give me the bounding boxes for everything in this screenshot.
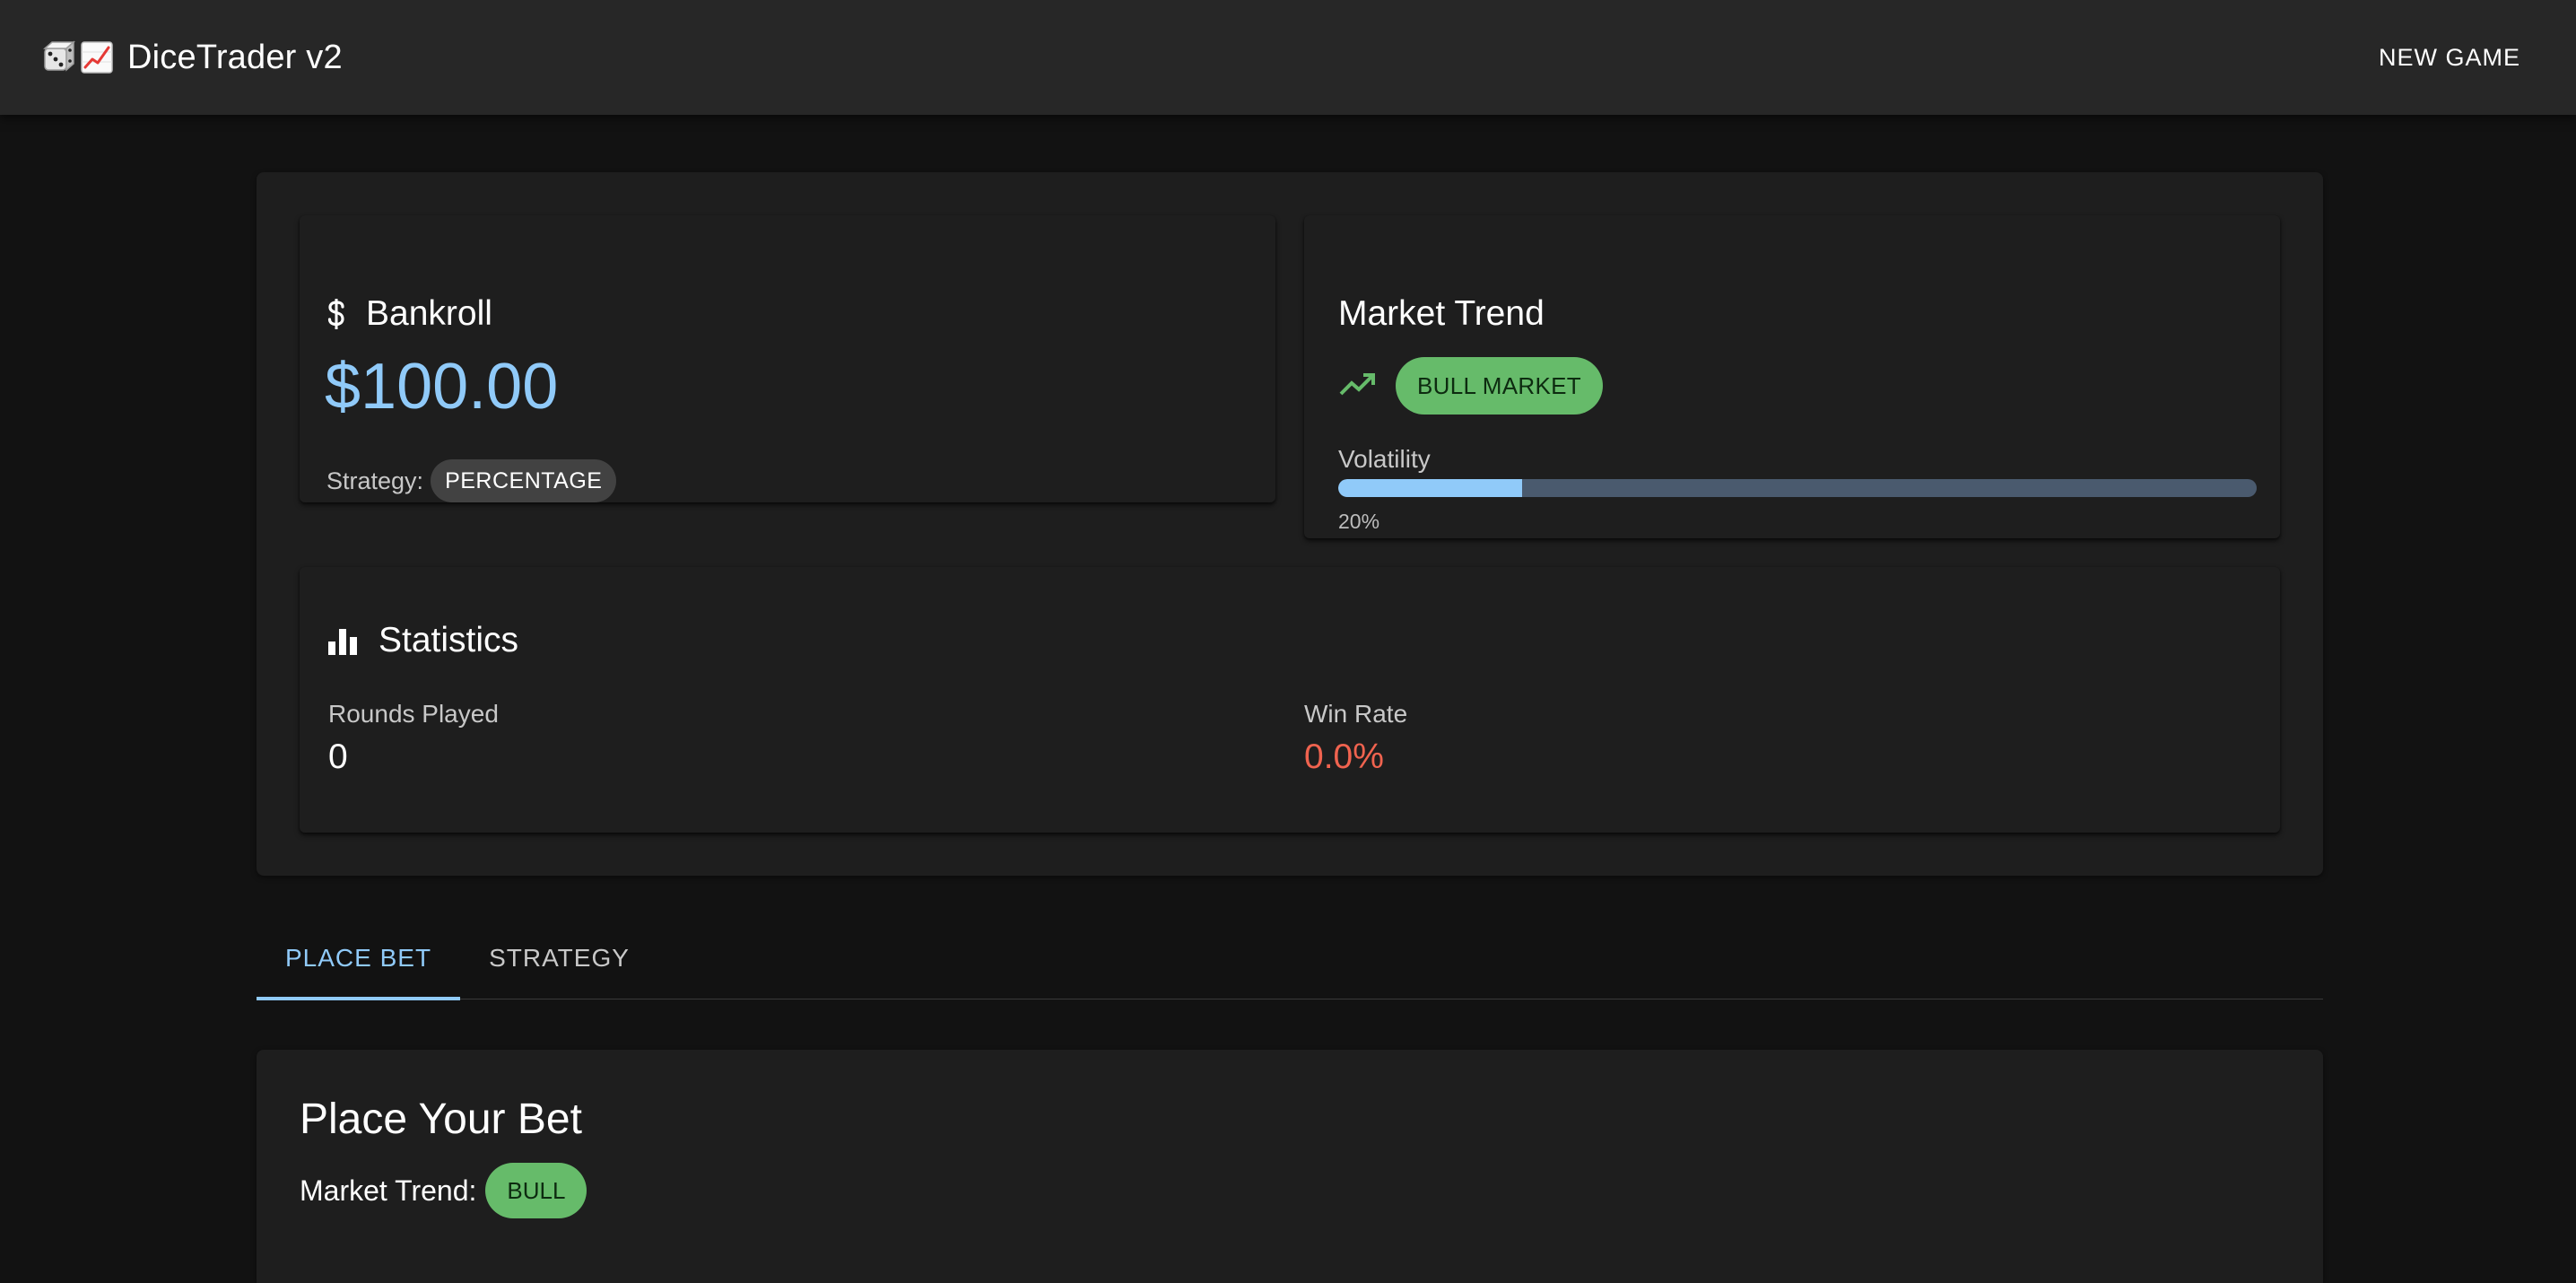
tab-place-bet[interactable]: PLACE BET: [257, 917, 461, 1000]
volatility-percent: 20%: [1338, 510, 1380, 533]
app-bar: DiceTrader v2 NEW GAME: [0, 0, 2576, 115]
statistics-title: Statistics: [326, 621, 518, 660]
strategy-chip: PERCENTAGE: [431, 459, 617, 502]
rounds-played-value: 0: [328, 738, 348, 776]
bankroll-card: Bankroll $100.00 Strategy: PERCENTAGE: [300, 215, 1275, 502]
new-game-button[interactable]: NEW GAME: [2375, 33, 2524, 83]
win-rate-label: Win Rate: [1304, 700, 1408, 728]
chart-increasing-icon: [79, 39, 115, 75]
market-trend-card: Market Trend BULL MARKET Volatility 20%: [1304, 215, 2280, 538]
volatility-bar-fill: [1338, 479, 1522, 497]
win-rate-value: 0.0%: [1304, 738, 1384, 776]
bar-chart-icon: [326, 625, 359, 656]
place-bet-title: Place Your Bet: [300, 1095, 582, 1143]
place-bet-panel: Place Your Bet Market Trend: BULL: [257, 1050, 2323, 1283]
bull-market-chip: BULL MARKET: [1396, 357, 1603, 415]
bankroll-title-text: Bankroll: [366, 294, 492, 333]
trend-row: BULL MARKET: [1338, 357, 1603, 415]
bankroll-value: $100.00: [325, 351, 559, 423]
dice-icon: [39, 39, 75, 75]
tab-bar: PLACE BET STRATEGY: [257, 917, 2323, 1000]
bet-market-trend-row: Market Trend: BULL: [300, 1163, 587, 1218]
rounds-played-stat: Rounds Played 0: [328, 700, 499, 777]
statistics-title-text: Statistics: [379, 621, 519, 659]
trending-up-icon: [1338, 371, 1378, 402]
tab-strategy[interactable]: STRATEGY: [460, 917, 658, 999]
volatility-bar: [1338, 479, 2257, 497]
app-title-text: DiceTrader v2: [127, 38, 343, 76]
bankroll-title: Bankroll: [326, 294, 492, 334]
statistics-card: [300, 567, 2280, 833]
rounds-played-label: Rounds Played: [328, 700, 499, 728]
main-container: Bankroll $100.00 Strategy: PERCENTAGE Ma…: [257, 172, 2323, 1283]
win-rate-stat: Win Rate 0.0%: [1304, 700, 1407, 777]
strategy-label: Strategy:: [326, 467, 424, 494]
dollar-icon: [326, 297, 346, 331]
volatility-label: Volatility: [1338, 445, 1431, 473]
app-logo: [39, 39, 115, 75]
bull-chip: BULL: [485, 1163, 587, 1218]
app-title: DiceTrader v2: [39, 39, 343, 77]
bet-market-trend-label: Market Trend:: [300, 1174, 477, 1207]
market-trend-title: Market Trend: [1338, 294, 1545, 333]
dashboard-panel: Bankroll $100.00 Strategy: PERCENTAGE Ma…: [257, 172, 2323, 876]
strategy-row: Strategy: PERCENTAGE: [326, 459, 617, 502]
